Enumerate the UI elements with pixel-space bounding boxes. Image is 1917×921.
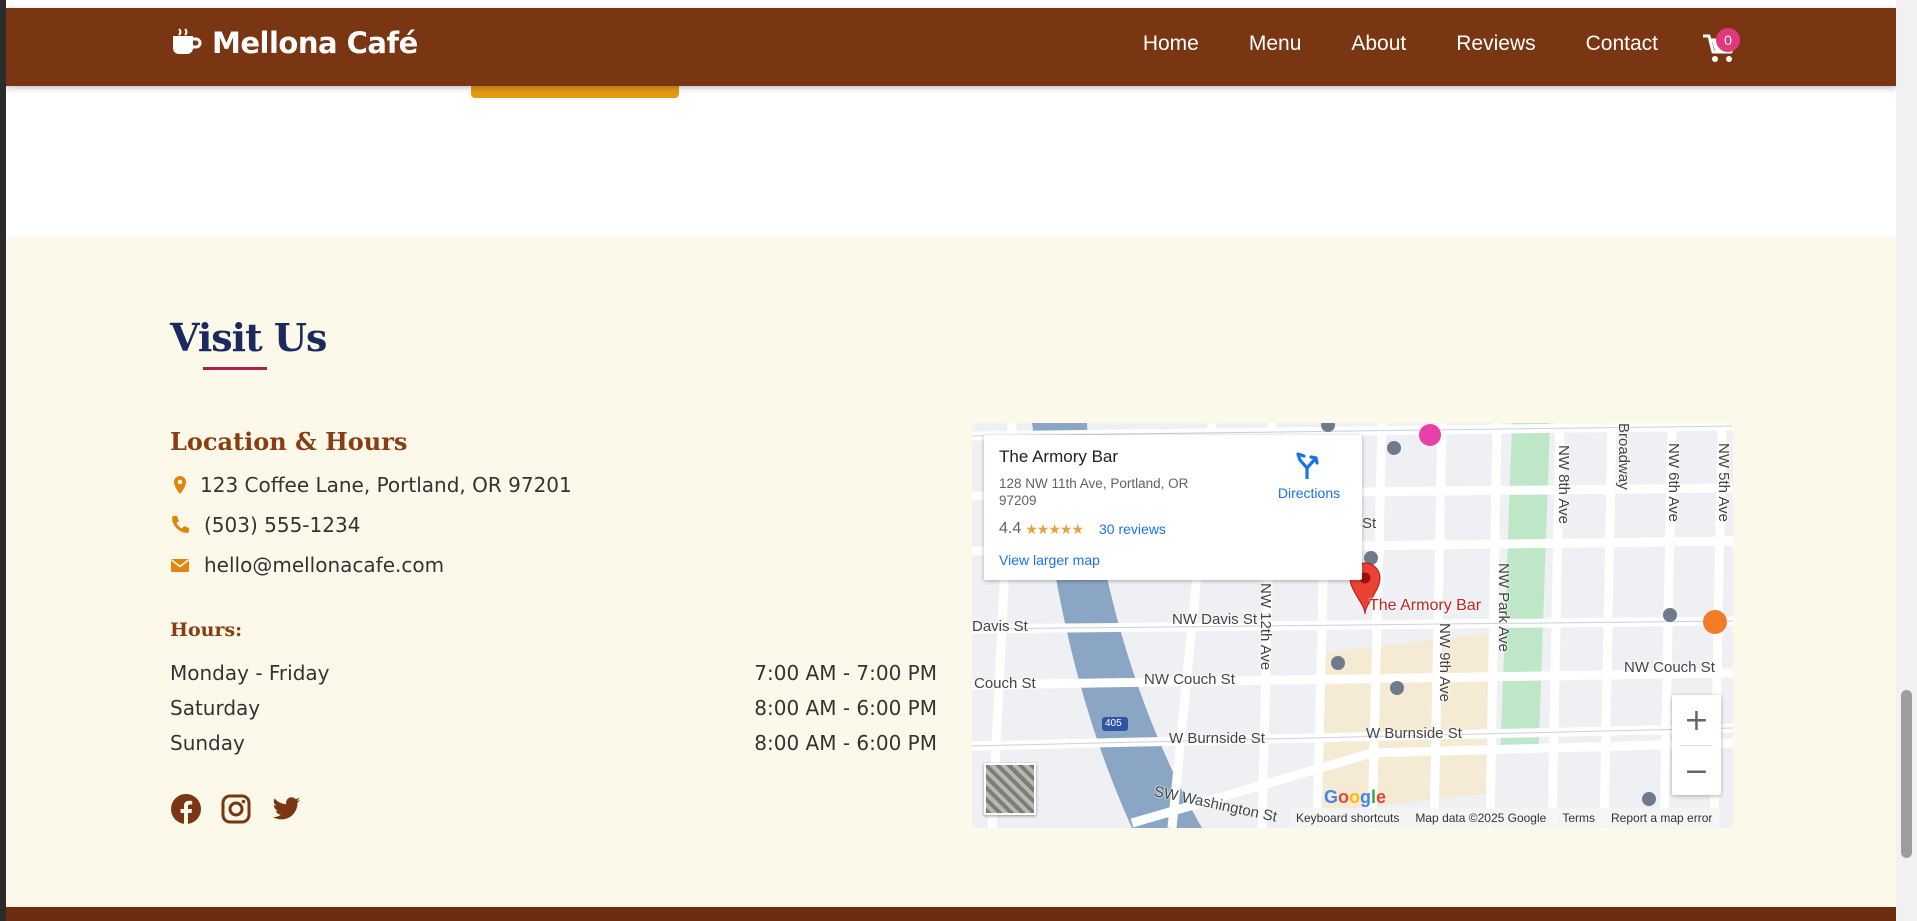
email-row: hello@mellonacafe.com [170,553,444,577]
street-label: St [1362,515,1377,532]
report-error-link[interactable]: Report a map error [1611,811,1712,825]
google-logo: Google [1324,787,1387,807]
hours-row: Sunday 8:00 AM - 6:00 PM [170,731,937,755]
street-label: NW Park Ave [1495,563,1512,652]
place-name: The Armory Bar [999,447,1119,466]
instagram-icon[interactable] [220,793,252,825]
footer-top-edge [6,907,1896,921]
twitter-icon[interactable] [270,793,302,825]
hours-time: 8:00 AM - 6:00 PM [754,731,937,755]
nav-menu[interactable]: Menu [1249,32,1302,56]
nav-reviews[interactable]: Reviews [1456,32,1535,56]
address-text: 123 Coffee Lane, Portland, OR 97201 [200,473,572,497]
hours-day: Sunday [170,731,245,755]
phone-text[interactable]: (503) 555-1234 [204,513,360,537]
street-label: NW Couch St [1144,671,1235,688]
nav-about[interactable]: About [1351,32,1406,56]
map-pin-label[interactable]: The Armory Bar [1369,597,1481,615]
place-info-card: The Armory Bar 128 NW 11th Ave, Portland… [984,435,1362,580]
street-label: Couch St [974,675,1036,692]
satellite-toggle[interactable] [984,763,1036,815]
nav-contact[interactable]: Contact [1586,32,1658,56]
cart-count-badge: 0 [1716,28,1740,52]
street-label: NW 12th Ave [1257,583,1274,671]
street-label: W Burnside St [1366,725,1462,742]
zoom-in-button[interactable]: + [1672,695,1721,745]
location-hours-heading: Location & Hours [170,427,408,456]
directions-icon [1296,452,1319,480]
envelope-icon [171,559,189,572]
section-title: Visit Us [170,315,327,360]
zoom-out-button[interactable]: − [1672,746,1721,796]
address-row: 123 Coffee Lane, Portland, OR 97201 [170,473,572,497]
map-data-text: Map data ©2025 Google [1415,811,1547,825]
place-rating: 4.4 ★★★★★ 30 reviews [999,520,1166,538]
place-address: 128 NW 11th Ave, Portland, OR 97209 [999,476,1189,508]
map-attribution: Keyboard shortcuts Map data ©2025 Google… [1290,808,1719,828]
main-nav: Home Menu About Reviews Contact [1143,32,1658,56]
terms-link[interactable]: Terms [1562,811,1595,825]
embedded-map[interactable]: Davis St NW Davis St Couch St NW Couch S… [972,423,1733,828]
scrollbar-thumb[interactable] [1901,690,1912,858]
partial-button[interactable] [471,86,679,98]
street-label: NW 9th Ave [1436,623,1453,702]
street-label: NW Couch St [1624,659,1715,676]
site-header: Mellona Café Home Menu About Reviews Con… [6,8,1896,86]
facebook-icon[interactable] [170,793,202,825]
browser-viewport: Mellona Café Home Menu About Reviews Con… [6,0,1896,921]
hours-label: Hours: [170,619,243,641]
map-marker-icon [174,476,186,494]
zoom-controls: + − [1672,695,1721,795]
hours-time: 7:00 AM - 7:00 PM [754,661,937,685]
social-links [170,793,302,825]
street-label: NW 5th Ave [1715,443,1732,522]
nav-home[interactable]: Home [1143,32,1199,56]
street-label: Davis St [972,618,1028,635]
view-larger-map-link[interactable]: View larger map [999,552,1100,568]
street-label: NW 6th Ave [1665,443,1682,522]
email-text[interactable]: hello@mellonacafe.com [204,553,444,577]
keyboard-shortcuts-link[interactable]: Keyboard shortcuts [1296,811,1399,825]
reviews-link[interactable]: 30 reviews [1099,521,1166,537]
hours-row: Monday - Friday 7:00 AM - 7:00 PM [170,661,937,685]
brand-name: Mellona Café [212,26,418,60]
title-underline [203,367,267,370]
street-label: NW Davis St [1172,611,1258,628]
directions-button[interactable]: Directions [1271,451,1347,501]
rating-value: 4.4 [999,520,1022,537]
star-rating-icon: ★★★★★ [1025,520,1084,537]
hours-time: 8:00 AM - 6:00 PM [754,696,937,720]
hours-row: Saturday 8:00 AM - 6:00 PM [170,696,937,720]
hours-day: Monday - Friday [170,661,330,685]
hours-day: Saturday [170,696,261,720]
brand-logo[interactable]: Mellona Café [170,26,418,60]
directions-label: Directions [1277,485,1341,501]
phone-icon [172,516,189,533]
visit-section: Visit Us Location & Hours 123 Coffee Lan… [6,237,1896,907]
highway-shield: 405 [1105,718,1122,729]
street-label: W Burnside St [1169,730,1265,747]
coffee-cup-icon [173,28,202,54]
street-label: Broadway [1615,423,1632,490]
page-scrollbar[interactable] [1896,0,1917,921]
phone-row: (503) 555-1234 [170,513,360,537]
street-label: NW 8th Ave [1555,445,1572,524]
